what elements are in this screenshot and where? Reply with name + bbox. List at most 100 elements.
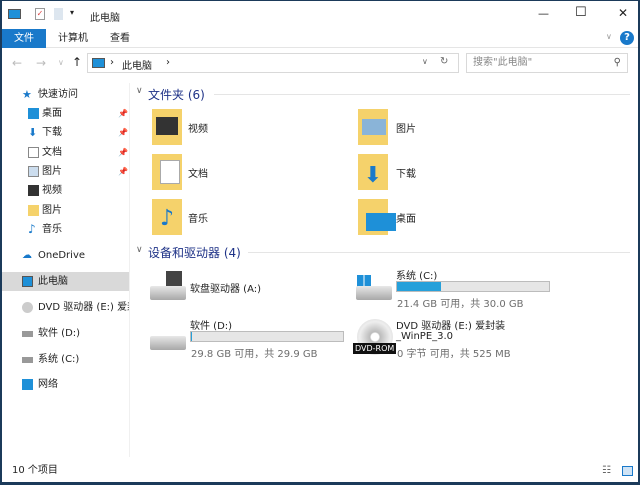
- breadcrumb-separator[interactable]: ›: [166, 57, 170, 68]
- new-folder-icon[interactable]: [54, 8, 63, 20]
- recent-dropdown-icon[interactable]: ∨: [58, 58, 64, 67]
- address-bar[interactable]: › 此电脑 › ∨ ↻: [87, 53, 459, 73]
- minimize-button[interactable]: —: [538, 7, 549, 20]
- ribbon: 文件 计算机 查看 ∨ ?: [2, 29, 638, 48]
- drive-space: 21.4 GB 可用，共 30.0 GB: [397, 299, 524, 310]
- drive-label-line2: _WinPE_3.0: [396, 331, 454, 342]
- qat-dropdown-icon[interactable]: ▾: [70, 8, 74, 17]
- folder-label: 视频: [188, 124, 208, 135]
- window-title: 此电脑: [90, 13, 120, 24]
- floppy-icon: [166, 271, 182, 287]
- tab-computer[interactable]: 计算机: [48, 29, 98, 48]
- nav-label: 软件 (D:): [38, 328, 81, 339]
- folder-label: 下载: [396, 169, 416, 180]
- folder-label: 桌面: [396, 214, 416, 225]
- nav-network[interactable]: 网络: [2, 375, 129, 394]
- download-folder-icon: ⬇: [358, 154, 388, 190]
- nav-music[interactable]: ♪ 音乐: [2, 220, 129, 239]
- nav-label: 此电脑: [38, 276, 68, 287]
- search-icon: ⚲: [613, 57, 621, 68]
- folders-header[interactable]: 文件夹 (6): [148, 86, 205, 103]
- nav-label: 下载: [42, 127, 62, 138]
- picture-folder-icon: [358, 109, 388, 145]
- pin-icon: 📌: [118, 109, 128, 118]
- details-view-icon[interactable]: ☷: [602, 460, 611, 482]
- drive-usage-bar: [396, 281, 550, 292]
- computer-icon: [22, 276, 33, 287]
- divider: [248, 252, 630, 253]
- folder-label: 文档: [188, 169, 208, 180]
- nav-label: 桌面: [42, 108, 62, 119]
- document-folder-icon: [152, 154, 182, 190]
- nav-pictures-folder[interactable]: 图片: [2, 201, 129, 220]
- properties-icon[interactable]: ✓: [35, 8, 45, 20]
- disc-icon: [22, 302, 33, 313]
- music-folder-icon: ♪: [152, 199, 182, 235]
- network-icon: [22, 379, 33, 390]
- nav-videos[interactable]: 视频: [2, 181, 129, 200]
- nav-onedrive[interactable]: ☁ OneDrive: [2, 246, 129, 265]
- drive-icon: [150, 286, 186, 300]
- nav-drive-c[interactable]: 系统 (C:): [2, 350, 129, 369]
- refresh-icon[interactable]: ↻: [440, 56, 448, 67]
- nav-quick-access[interactable]: ★ 快速访问: [2, 85, 129, 104]
- title-bar: ✓ ▾ 此电脑 — ☐ ✕: [2, 1, 638, 29]
- folder-label: 图片: [396, 124, 416, 135]
- tab-view[interactable]: 查看: [100, 29, 140, 48]
- desktop-icon: [28, 108, 39, 119]
- address-dropdown-icon[interactable]: ∨: [422, 57, 428, 66]
- pin-icon: 📌: [118, 128, 128, 137]
- nav-drive-d[interactable]: 软件 (D:): [2, 324, 129, 343]
- drive-label: DVD 驱动器 (E:) 爱封装: [396, 321, 506, 332]
- item-count: 10 个项目: [12, 465, 58, 476]
- maximize-button[interactable]: ☐: [575, 5, 587, 20]
- large-icons-view-icon[interactable]: [622, 466, 633, 476]
- download-icon: ⬇: [28, 126, 38, 139]
- help-icon[interactable]: ?: [620, 31, 634, 45]
- drive-label: 软盘驱动器 (A:): [190, 284, 262, 295]
- up-button[interactable]: ↑: [72, 55, 82, 69]
- drive-usage-bar: [190, 331, 344, 342]
- document-icon: [28, 147, 39, 158]
- search-input[interactable]: 搜索"此电脑" ⚲: [466, 53, 628, 73]
- drive-space: 29.8 GB 可用，共 29.9 GB: [191, 349, 318, 360]
- nav-documents[interactable]: 文档 📌: [2, 143, 129, 162]
- cloud-icon: ☁: [22, 250, 32, 261]
- explorer-window: ✓ ▾ 此电脑 — ☐ ✕ 文件 计算机 查看 ∨ ? ← → ∨ ↑ › 此电…: [2, 1, 638, 482]
- navigation-pane: ★ 快速访问 桌面 📌 ⬇ 下载 📌 文档 📌 图片 📌 视频 图片 ♪ 音乐 ☁ OneDri…: [2, 83, 130, 457]
- nav-label: 系统 (C:): [38, 354, 80, 365]
- nav-dvd-drive[interactable]: DVD 驱动器 (E:) 爱封: [2, 298, 129, 317]
- collapse-folders-icon[interactable]: ∨: [136, 86, 143, 96]
- devices-header[interactable]: 设备和驱动器 (4): [148, 244, 241, 261]
- nav-label: OneDrive: [38, 250, 86, 261]
- computer-icon: [92, 58, 105, 68]
- tab-file[interactable]: 文件: [2, 29, 46, 48]
- video-folder-icon: [152, 109, 182, 145]
- nav-desktop[interactable]: 桌面 📌: [2, 104, 129, 123]
- back-button[interactable]: ←: [12, 56, 22, 70]
- divider: [214, 94, 630, 95]
- pin-icon: 📌: [118, 148, 128, 157]
- expand-ribbon-icon[interactable]: ∨: [606, 32, 612, 41]
- nav-label: 图片: [42, 166, 62, 177]
- forward-button[interactable]: →: [36, 56, 46, 70]
- drive-space: 0 字节 可用，共 525 MB: [397, 349, 511, 360]
- search-placeholder: 搜索"此电脑": [473, 57, 533, 68]
- drive-label: 软件 (D:): [190, 321, 233, 332]
- drive-icon: [22, 357, 33, 363]
- video-icon: [28, 185, 39, 196]
- status-bar: 10 个项目 ☷: [2, 460, 638, 482]
- nav-this-pc[interactable]: 此电脑: [2, 272, 129, 291]
- nav-pictures[interactable]: 图片 📌: [2, 162, 129, 181]
- pin-icon: 📌: [118, 167, 128, 176]
- breadcrumb-this-pc[interactable]: 此电脑: [122, 57, 152, 72]
- nav-label: 音乐: [42, 224, 62, 235]
- nav-label: 图片: [42, 205, 62, 216]
- breadcrumb-separator: ›: [110, 57, 114, 68]
- nav-label: 网络: [38, 379, 58, 390]
- folder-icon: [28, 205, 39, 216]
- nav-downloads[interactable]: ⬇ 下载 📌: [2, 123, 129, 142]
- computer-icon: [8, 9, 21, 19]
- collapse-devices-icon[interactable]: ∨: [136, 245, 143, 255]
- close-button[interactable]: ✕: [618, 6, 628, 20]
